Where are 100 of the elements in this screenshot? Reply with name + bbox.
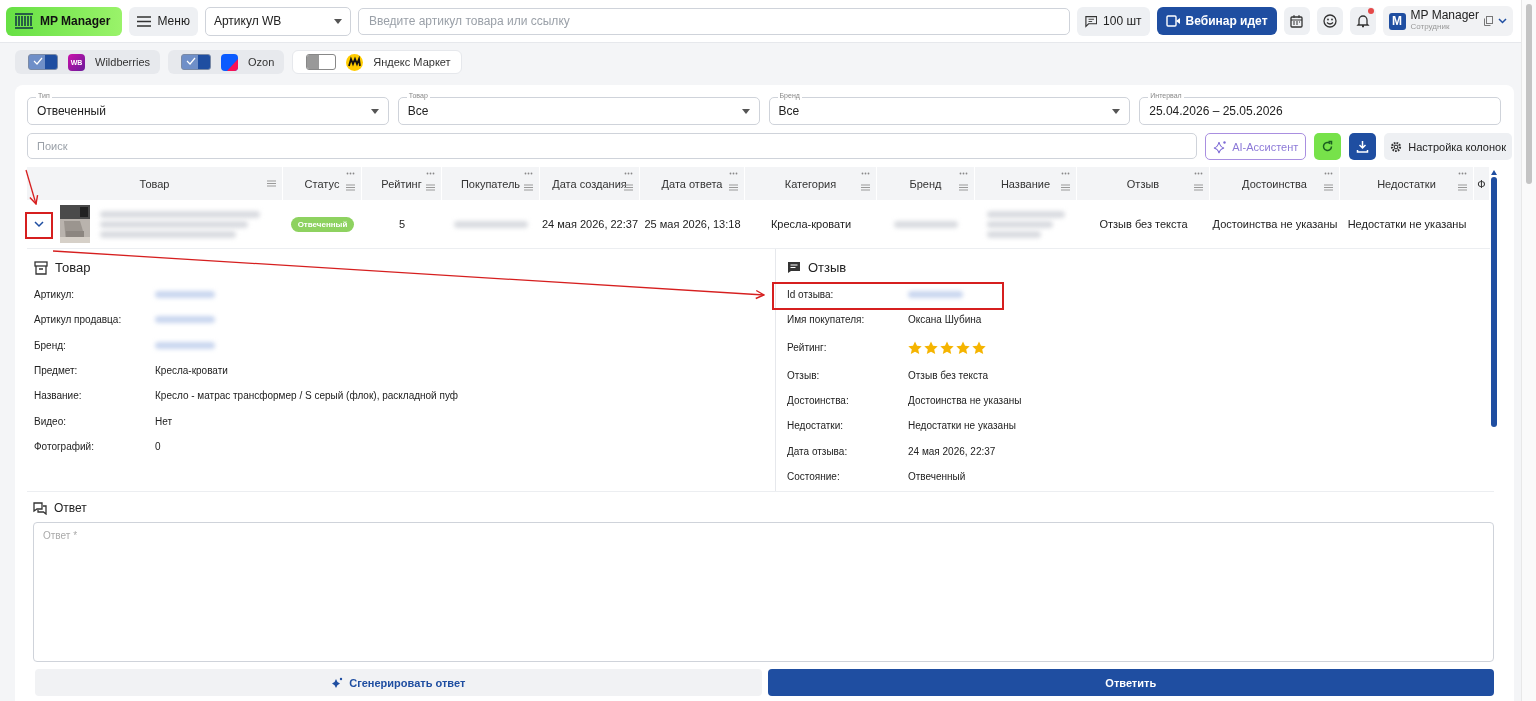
scrollbar-thumb[interactable]	[1491, 177, 1497, 427]
settings-icon	[1390, 140, 1403, 153]
ai-assistant-button[interactable]: AI-Ассистент	[1205, 133, 1307, 160]
more-icon[interactable]	[1324, 172, 1333, 175]
calendar-button[interactable]	[1283, 7, 1310, 35]
more-icon[interactable]	[861, 172, 870, 175]
table-cell: Недостатки не указаны	[1340, 200, 1474, 249]
user-avatar: M	[1388, 12, 1406, 30]
calendar-icon	[1290, 14, 1303, 28]
field-value: Кресло - матрас трансформер / S серый (флок), раскладной пуф	[155, 390, 459, 402]
table-cell: Достоинства не указаны	[1210, 200, 1340, 249]
more-icon[interactable]	[1458, 172, 1467, 175]
webinar-button[interactable]: Вебинар идет	[1156, 7, 1277, 35]
more-icon[interactable]	[1194, 172, 1203, 175]
search-field[interactable]: Введите артикул товара или ссылку	[357, 7, 1070, 35]
generate-answer-button[interactable]: Сгенерировать ответ	[35, 669, 762, 697]
column-header[interactable]: Бренд	[877, 167, 975, 200]
reply-button[interactable]: Ответить	[767, 669, 1494, 697]
marketplace-name: Wildberries	[95, 56, 150, 68]
download-icon	[1356, 140, 1370, 153]
comments-icon	[33, 501, 47, 515]
download-button[interactable]	[1349, 133, 1377, 160]
more-icon[interactable]	[729, 172, 738, 175]
menu-icon[interactable]	[524, 184, 533, 191]
caret-icon	[1112, 108, 1121, 114]
column-header[interactable]: Дата ответа	[640, 167, 745, 200]
toggle-switch[interactable]	[181, 54, 211, 70]
star-icon	[940, 340, 954, 355]
smile-icon	[1322, 14, 1337, 28]
field-value: 24 мая 2026, 22:37	[908, 445, 997, 457]
column-settings-button[interactable]: Настройка колонок	[1384, 133, 1512, 160]
answer-field[interactable]: Ответ *	[33, 522, 1494, 663]
field-value: Отвеченный	[908, 470, 967, 482]
menu-icon[interactable]	[346, 184, 355, 191]
marketplace-name: Ozon	[248, 56, 275, 68]
column-header[interactable]: Рейтинг	[362, 167, 442, 200]
page-scrollbar-thumb[interactable]	[1526, 4, 1532, 184]
menu-icon[interactable]	[1061, 184, 1070, 191]
field-value: Недостатки не указаны	[908, 420, 1017, 432]
star-icon	[972, 340, 986, 355]
menu-icon	[137, 15, 152, 27]
counter-button[interactable]: 100 шт	[1076, 6, 1150, 36]
search-type-select[interactable]: Артикул WB	[204, 6, 351, 36]
logo-button[interactable]: MP Manager	[6, 6, 123, 36]
more-icon[interactable]	[346, 172, 355, 175]
column-header[interactable]: Статус	[283, 167, 362, 200]
archive-icon	[34, 260, 48, 275]
field-label: Название:	[34, 390, 83, 402]
column-header[interactable]: Отзыв	[1077, 167, 1210, 200]
column-header[interactable]: Покупатель	[442, 167, 540, 200]
menu-icon[interactable]	[861, 184, 870, 191]
notifications-button[interactable]	[1349, 7, 1376, 35]
refresh-icon	[1321, 140, 1335, 153]
table-cell: 25 мая 2026, 13:18	[640, 200, 745, 249]
field-label: Фотографий:	[34, 440, 95, 452]
table-cell: 5	[362, 200, 442, 249]
field-value: Нет	[155, 415, 174, 427]
menu-icon[interactable]	[624, 184, 633, 191]
menu-icon[interactable]	[729, 184, 738, 191]
field-label: Артикул:	[34, 289, 76, 301]
emoji-button[interactable]	[1316, 7, 1343, 35]
more-icon[interactable]	[624, 172, 633, 175]
menu-icon[interactable]	[1194, 184, 1203, 191]
column-header[interactable]: Товар	[27, 167, 283, 200]
menu-icon[interactable]	[1324, 184, 1333, 191]
refresh-button[interactable]	[1314, 133, 1342, 160]
field-label: Имя покупателя:	[787, 314, 866, 326]
more-icon[interactable]	[524, 172, 533, 175]
field-value: Достоинства не указаны	[908, 395, 1023, 407]
toggle-switch[interactable]	[306, 54, 337, 70]
field-value: Отзыв без текста	[908, 369, 990, 381]
field-label: Отзыв:	[787, 369, 821, 381]
column-header[interactable]: Категория	[745, 167, 877, 200]
sparkle-icon	[331, 676, 344, 689]
menu-icon[interactable]	[426, 184, 435, 191]
more-icon[interactable]	[1061, 172, 1070, 175]
menu-button[interactable]: Меню	[129, 6, 198, 36]
field-label: Бренд:	[34, 339, 67, 351]
column-header[interactable]: Недостатки	[1340, 167, 1474, 200]
field-label: Недостатки:	[787, 420, 845, 432]
field-value: 0	[155, 440, 162, 452]
menu-icon[interactable]	[267, 180, 276, 187]
yandex-market-logo	[346, 53, 364, 71]
column-header[interactable]: Дата создания	[540, 167, 640, 200]
menu-icon[interactable]	[959, 184, 968, 191]
field-value: Оксана Шубина	[908, 314, 983, 326]
star-icon	[956, 340, 970, 355]
column-header[interactable]: Ф	[1474, 167, 1490, 200]
marketplace-toggle[interactable]: Яндекс Маркет	[292, 50, 462, 74]
annotation-arrow	[25, 169, 39, 205]
marketplace-toggle[interactable]: Ozon	[168, 50, 285, 74]
chevron-down-icon	[1498, 18, 1507, 24]
column-header[interactable]: Название	[975, 167, 1077, 200]
search-field[interactable]: Поиск	[27, 133, 1198, 159]
column-header[interactable]: Достоинства	[1210, 167, 1340, 200]
more-icon[interactable]	[426, 172, 435, 175]
more-icon[interactable]	[959, 172, 968, 175]
bell-icon	[1355, 14, 1370, 28]
menu-icon[interactable]	[1458, 184, 1467, 191]
toggle-switch[interactable]	[28, 54, 58, 70]
